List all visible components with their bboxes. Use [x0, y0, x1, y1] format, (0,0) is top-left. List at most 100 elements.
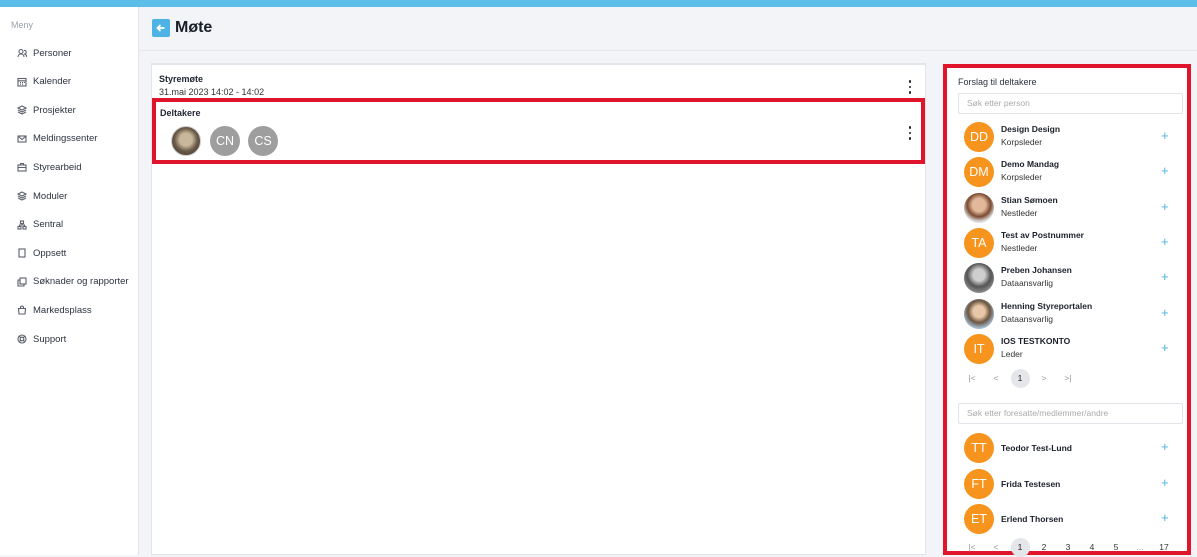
add-person-icon[interactable]: + [1161, 235, 1169, 248]
sidebar-item-oppsett[interactable]: Oppsett [17, 244, 66, 262]
suggested-person: DD Design Design Korpsleder + [960, 120, 1182, 154]
add-person-icon[interactable]: + [1161, 129, 1169, 142]
menu-title: Meny [11, 20, 34, 30]
meeting-date: 31.mai 2023 14:02 - 14:02 [159, 87, 265, 97]
sidebar-item-søknader-og-rapporter[interactable]: Søknader og rapporter [17, 273, 129, 291]
next-page-button[interactable]: > [1032, 369, 1056, 387]
person-avatar [964, 192, 994, 223]
sidebar-item-meldingssenter[interactable]: Meldingssenter [17, 130, 97, 148]
sidebar-item-label: Styrearbeid [33, 161, 82, 173]
person-name: Erlend Thorsen [1001, 514, 1064, 524]
stack-icon [17, 191, 27, 201]
other-person: FT Frida Testesen + [960, 467, 1182, 501]
sidebar-item-label: Meldingssenter [33, 133, 98, 145]
other-person: ET Erlend Thorsen + [960, 502, 1182, 536]
sidebar-item-label: Moduler [33, 190, 68, 202]
copy-icon [17, 277, 27, 287]
others-search-input[interactable]: Søk etter foresatte/medlemmer/andre [958, 403, 1183, 424]
suggestions-title: Forslag til deltakere [958, 77, 1037, 87]
suggested-person: IT IOS TESTKONTO Leder + [960, 332, 1182, 366]
prev-page-button[interactable]: < [984, 538, 1008, 556]
page-title: Møte [175, 19, 213, 36]
page-button[interactable]: 3 [1056, 538, 1080, 556]
layers-icon [17, 105, 27, 115]
person-name: Demo Mandag [1001, 159, 1060, 170]
person-role: Korpsleder [1001, 172, 1043, 183]
sidebar-item-personer[interactable]: Personer [17, 44, 72, 62]
users-icon [17, 48, 27, 58]
person-search-input[interactable]: Søk etter person [958, 93, 1183, 114]
page-button[interactable]: 1 [1010, 537, 1030, 557]
person-name: Test av Postnummer [1001, 229, 1084, 240]
participant-avatar[interactable] [171, 126, 201, 156]
meeting-menu-icon[interactable] [906, 80, 914, 94]
envelope-icon [17, 134, 27, 144]
page-button[interactable]: 17 [1152, 538, 1176, 556]
person-avatar: TA [964, 227, 994, 258]
add-person-icon[interactable]: + [1161, 511, 1169, 524]
person-role: Dataansvarlig [1001, 278, 1053, 289]
participants-menu-icon[interactable] [906, 126, 914, 140]
person-name: Frida Testesen [1001, 478, 1061, 489]
first-page-button[interactable]: |< [960, 538, 984, 556]
pagination-ellipsis: ... [1136, 542, 1144, 552]
sidebar-item-sentral[interactable]: Sentral [17, 216, 63, 234]
suggested-person: DM Demo Mandag Korpsleder + [960, 155, 1182, 189]
prev-page-button[interactable]: < [984, 369, 1008, 387]
person-avatar [964, 298, 994, 329]
page-button[interactable]: 4 [1080, 538, 1104, 556]
sidebar: Meny Personer Kalender Prosjekter Meldingss… [0, 7, 139, 555]
person-name: Preben Johansen [1001, 265, 1072, 276]
page-button[interactable]: 1 [1010, 368, 1030, 388]
person-role: Korpsleder [1001, 137, 1043, 147]
add-person-icon[interactable]: + [1161, 164, 1169, 177]
add-person-icon[interactable]: + [1161, 476, 1169, 489]
person-name: Design Design [1001, 124, 1061, 134]
network-icon [17, 220, 27, 230]
shopping-bag-icon [17, 305, 27, 315]
person-role: Nestleder [1001, 207, 1038, 218]
sidebar-item-markedsplass[interactable]: Markedsplass [17, 301, 92, 319]
person-avatar [964, 263, 994, 294]
sidebar-item-label: Personer [33, 47, 72, 59]
sidebar-item-label: Sentral [33, 219, 64, 231]
person-name: Teodor Test-Lund [1001, 443, 1072, 453]
add-person-icon[interactable]: + [1161, 341, 1169, 354]
page-header: Møte [139, 7, 1197, 51]
page-button[interactable]: 5 [1104, 538, 1128, 556]
participant-avatar[interactable]: CN [210, 126, 240, 156]
person-avatar: IT [964, 333, 994, 364]
person-role: Dataansvarlig [1001, 313, 1053, 324]
sidebar-item-styrearbeid[interactable]: Styrearbeid [17, 158, 82, 176]
add-person-icon[interactable]: + [1161, 200, 1169, 213]
document-icon [17, 248, 27, 258]
first-page-button[interactable]: |< [960, 369, 984, 387]
add-person-icon[interactable]: + [1161, 270, 1169, 283]
page-button[interactable]: 2 [1032, 538, 1056, 556]
person-avatar: ET [964, 504, 994, 534]
participants-label: Deltakere [160, 108, 201, 118]
meeting-name: Styremøte [159, 74, 204, 84]
suggested-person: Stian Sømoen Nestleder + [960, 191, 1182, 225]
person-avatar: DM [964, 157, 994, 188]
add-person-icon[interactable]: + [1161, 306, 1169, 319]
person-avatar: FT [964, 468, 994, 499]
person-name: IOS TESTKONTO [1001, 335, 1071, 346]
last-page-button[interactable]: >| [1056, 369, 1080, 387]
sidebar-item-moduler[interactable]: Moduler [17, 187, 67, 205]
sidebar-item-label: Support [33, 333, 67, 345]
back-button[interactable] [152, 19, 170, 37]
sidebar-item-kalender[interactable]: Kalender [17, 73, 71, 91]
sidebar-item-label: Prosjekter [33, 104, 76, 116]
sidebar-item-prosjekter[interactable]: Prosjekter [17, 101, 76, 119]
sidebar-item-label: Kalender [33, 76, 72, 88]
suggestions-panel: Forslag til deltakere Søk etter person D… [943, 64, 1191, 557]
participant-avatar[interactable]: CS [248, 126, 278, 156]
suggested-person: Henning Styreportalen Dataansvarlig + [960, 297, 1182, 331]
add-person-icon[interactable]: + [1161, 440, 1169, 453]
briefcase-icon [17, 162, 27, 172]
suggested-person: TA Test av Postnummer Nestleder + [960, 226, 1182, 260]
other-person: TT Teodor Test-Lund + [960, 431, 1182, 465]
sidebar-item-support[interactable]: Support [17, 330, 66, 348]
person-avatar: TT [964, 433, 994, 463]
